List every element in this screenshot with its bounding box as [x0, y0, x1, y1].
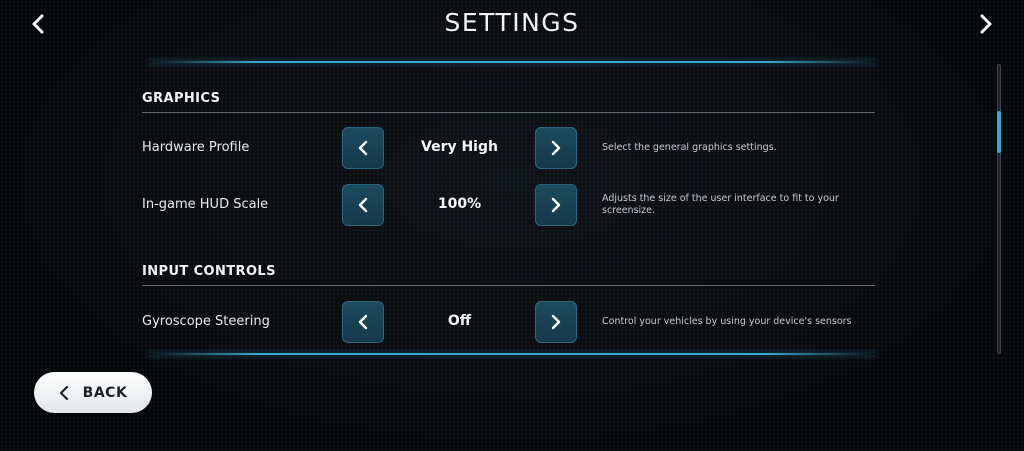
- chevron-left-icon: [358, 314, 368, 330]
- setting-label: Hardware Profile: [142, 140, 250, 155]
- setting-row-hardware-profile: Hardware Profile Very High Select the ge…: [0, 127, 1024, 169]
- setting-row-gyroscope-steering: Gyroscope Steering Off Control your vehi…: [0, 301, 1024, 343]
- section-header-graphics: GRAPHICS: [142, 91, 875, 113]
- settings-screen: SETTINGS GRAPHICS Hardware Profile Very …: [0, 0, 1024, 451]
- scrollbar[interactable]: [997, 64, 1001, 354]
- setting-value: Off: [447, 313, 472, 329]
- hardware-profile-decrease-button[interactable]: [342, 127, 384, 169]
- setting-label: Gyroscope Steering: [142, 314, 270, 329]
- scrollbar-thumb[interactable]: [997, 111, 1001, 153]
- page-title: SETTINGS: [444, 8, 580, 37]
- setting-description: Adjusts the size of the user interface t…: [602, 193, 839, 216]
- chevron-left-icon: [59, 385, 68, 400]
- top-divider: [147, 61, 877, 63]
- chevron-right-icon: [551, 140, 561, 156]
- bottom-divider: [147, 353, 877, 355]
- setting-description: Control your vehicles by using your devi…: [602, 316, 852, 327]
- chevron-left-icon: [358, 140, 368, 156]
- section-header-input-controls: INPUT CONTROLS: [142, 264, 875, 286]
- next-page-button[interactable]: [970, 8, 1002, 40]
- gyroscope-increase-button[interactable]: [535, 301, 577, 343]
- hud-scale-decrease-button[interactable]: [342, 184, 384, 226]
- back-button-label: BACK: [82, 384, 128, 401]
- chevron-left-icon: [358, 197, 368, 213]
- back-button[interactable]: BACK: [34, 372, 152, 413]
- chevron-right-icon: [551, 314, 561, 330]
- gyroscope-decrease-button[interactable]: [342, 301, 384, 343]
- hardware-profile-increase-button[interactable]: [535, 127, 577, 169]
- chevron-right-icon: [980, 14, 992, 34]
- hud-scale-increase-button[interactable]: [535, 184, 577, 226]
- setting-value: Very High: [421, 139, 498, 155]
- setting-row-hud-scale: In-game HUD Scale 100% Adjusts the size …: [0, 184, 1024, 226]
- setting-value: 100%: [437, 196, 482, 212]
- chevron-right-icon: [551, 197, 561, 213]
- setting-description: Select the general graphics settings.: [602, 142, 777, 153]
- setting-label: In-game HUD Scale: [142, 197, 269, 212]
